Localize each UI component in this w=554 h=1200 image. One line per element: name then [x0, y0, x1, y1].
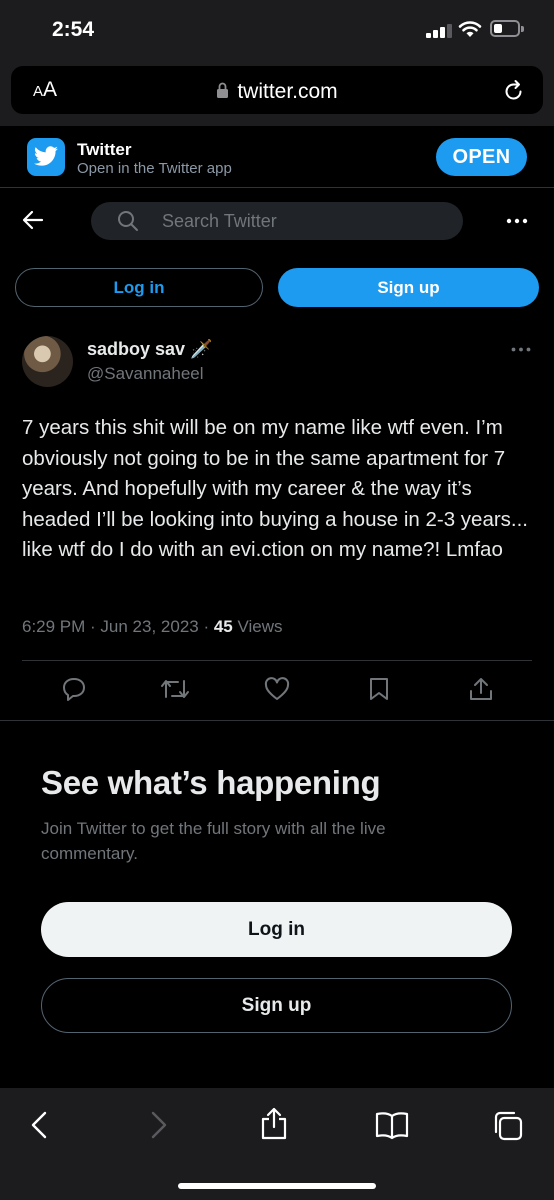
tweet-text: 7 years this shit will be on my name lik… — [22, 416, 529, 561]
divider — [22, 660, 532, 661]
reload-icon[interactable] — [503, 78, 525, 102]
search-icon — [118, 211, 138, 231]
divider — [0, 720, 554, 721]
open-app-button[interactable]: OPEN — [436, 138, 527, 176]
tabs-icon[interactable] — [492, 1110, 524, 1142]
tweet-time[interactable]: 6:29 PM — [22, 617, 85, 636]
cta-subtitle: Join Twitter to get the full story with … — [41, 819, 386, 863]
tweet-more-icon[interactable] — [511, 347, 531, 352]
like-icon[interactable] — [263, 676, 291, 702]
home-indicator — [178, 1183, 376, 1189]
login-button-top[interactable]: Log in — [15, 268, 263, 307]
tweet-author-name[interactable]: sadboy sav 🗡️ — [87, 339, 213, 360]
signup-button-top[interactable]: Sign up — [278, 268, 539, 307]
signup-button[interactable]: Sign up — [41, 978, 512, 1033]
views-label: Views — [237, 617, 283, 636]
tweet-meta: 6:29 PM · Jun 23, 2023 · 45 Views — [22, 617, 283, 636]
share-sheet-icon[interactable] — [259, 1106, 289, 1140]
address-bar[interactable]: AA twitter.com — [11, 66, 543, 114]
tweet-date[interactable]: Jun 23, 2023 — [100, 617, 198, 636]
bookmark-icon[interactable] — [368, 676, 390, 702]
tweet-author-handle[interactable]: @Savannaheel — [87, 364, 204, 384]
banner-subtitle: Open in the Twitter app — [77, 160, 232, 177]
lock-icon — [217, 82, 229, 98]
battery-icon — [490, 20, 524, 37]
search-placeholder: Search Twitter — [162, 211, 277, 231]
wifi-icon — [458, 21, 482, 37]
share-icon[interactable] — [468, 676, 494, 702]
open-in-app-banner: Twitter Open in the Twitter app OPEN — [0, 126, 554, 188]
retweet-icon[interactable] — [160, 676, 190, 702]
status-bar: 2:54 — [0, 0, 554, 60]
status-time: 2:54 — [52, 18, 95, 41]
more-options-icon[interactable] — [506, 218, 528, 224]
forward-chevron-icon[interactable] — [150, 1110, 168, 1140]
tweet-actions — [0, 676, 554, 708]
browser-address-area: AA twitter.com — [0, 60, 554, 126]
avatar[interactable] — [22, 336, 73, 387]
cta-title: See what’s happening — [41, 764, 381, 801]
login-button[interactable]: Log in — [41, 902, 512, 957]
back-chevron-icon[interactable] — [30, 1110, 48, 1140]
reply-icon[interactable] — [61, 676, 87, 702]
url-text: twitter.com — [237, 80, 338, 103]
bookmarks-book-icon[interactable] — [374, 1110, 410, 1140]
search-input[interactable]: Search Twitter — [91, 202, 463, 240]
back-arrow-icon[interactable] — [22, 210, 44, 230]
dagger-emoji: 🗡️ — [190, 339, 213, 359]
cellular-signal-icon — [426, 22, 454, 38]
url-display[interactable]: twitter.com — [11, 80, 543, 104]
twitter-bird-icon — [27, 138, 65, 176]
banner-app-name: Twitter — [77, 140, 132, 159]
views-count: 45 — [213, 617, 233, 636]
